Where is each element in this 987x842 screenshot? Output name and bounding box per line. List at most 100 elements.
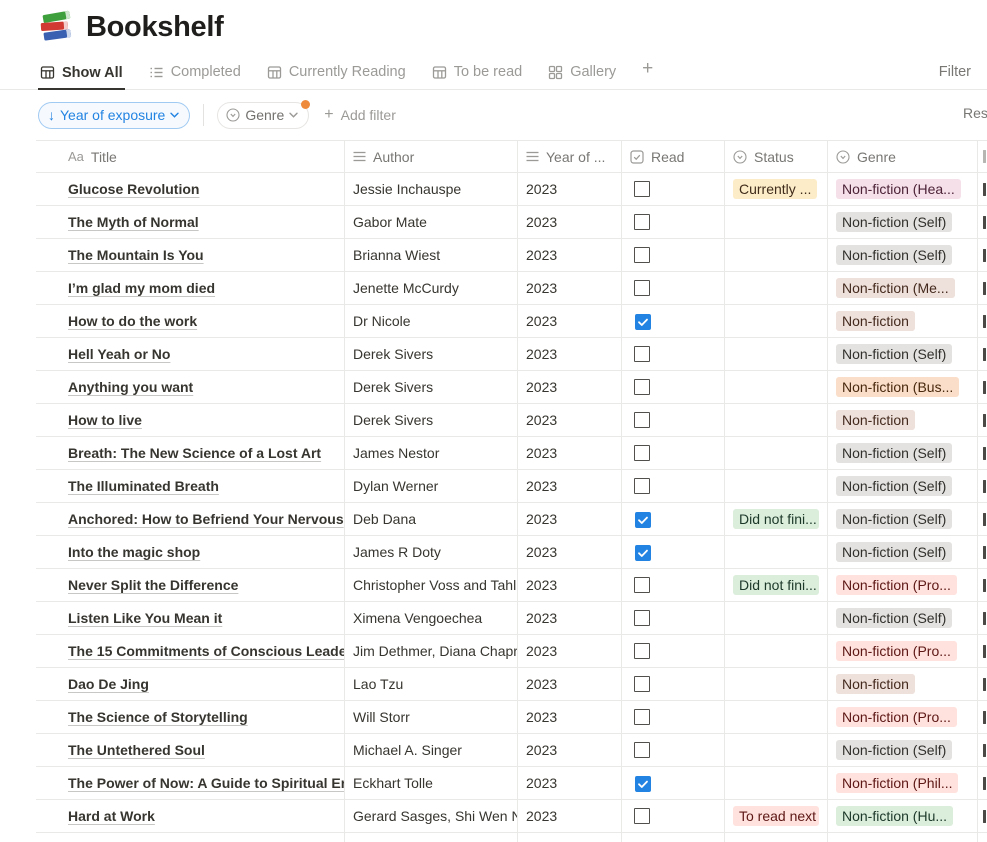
title-cell[interactable]: The Mountain Is You [36,239,345,271]
tab-show-all[interactable]: Show All [38,65,125,90]
read-cell[interactable] [622,767,725,799]
read-checkbox[interactable] [634,214,650,230]
book-title-link[interactable]: The 15 Commitments of Conscious Leade [68,643,344,659]
year-cell[interactable]: 2023 [518,701,622,733]
year-cell[interactable]: 2023 [518,503,622,535]
author-cell[interactable]: Derek Sivers [345,371,518,403]
book-title-link[interactable]: The Untethered Soul [68,742,205,758]
read-checkbox[interactable] [634,478,650,494]
genre-cell[interactable]: Non-fiction [828,305,978,337]
read-cell[interactable] [622,635,725,667]
column-header-title[interactable]: Aa Title [36,141,345,172]
title-cell[interactable]: Dao De Jing [36,668,345,700]
read-cell[interactable] [622,470,725,502]
author-cell[interactable]: Derek Sivers [345,404,518,436]
value-badge[interactable]: Non-fiction (Self) [836,740,953,760]
read-checkbox[interactable] [634,610,650,626]
book-title-link[interactable]: Never Split the Difference [68,577,238,593]
value-badge[interactable]: Non-fiction (Hea... [836,179,961,199]
title-cell[interactable]: Anchored: How to Befriend Your Nervous [36,503,345,535]
read-cell[interactable] [622,668,725,700]
genre-cell[interactable]: Non-fiction (Self) [828,734,978,766]
status-cell[interactable] [725,272,828,304]
sort-pill-year-of-exposure[interactable]: ↓ Year of exposure [38,101,191,129]
read-cell[interactable] [622,701,725,733]
book-title-link[interactable]: Breath: The New Science of a Lost Art [68,445,321,461]
book-title-link[interactable]: Anything you want [68,379,193,395]
read-checkbox[interactable] [634,346,650,362]
author-cell[interactable]: Derek Sivers [345,338,518,370]
read-checkbox[interactable] [634,676,650,692]
title-cell[interactable]: How to live [36,404,345,436]
value-badge[interactable]: Non-fiction (Bus... [836,377,960,397]
read-checkbox[interactable] [634,709,650,725]
read-cell[interactable] [622,206,725,238]
author-cell[interactable]: Jenette McCurdy [345,272,518,304]
author-cell[interactable]: Ximena Vengoechea [345,602,518,634]
read-checkbox[interactable] [634,775,651,792]
value-badge[interactable]: Non-fiction (Self) [836,443,953,463]
genre-cell[interactable]: Non-fiction [828,668,978,700]
value-badge[interactable]: Non-fiction [836,674,915,694]
genre-cell[interactable]: Non-fiction (Self) [828,239,978,271]
year-cell[interactable]: 2023 [518,569,622,601]
read-checkbox[interactable] [634,280,650,296]
book-title-link[interactable]: The Mountain Is You [68,247,204,263]
genre-cell[interactable]: Non-fiction (Self) [828,437,978,469]
year-cell[interactable]: 2023 [518,305,622,337]
title-cell[interactable]: Listen Like You Mean it [36,602,345,634]
book-title-link[interactable]: Anchored: How to Befriend Your Nervous [68,511,344,527]
status-cell[interactable] [725,305,828,337]
year-cell[interactable]: 2023 [518,734,622,766]
title-cell[interactable]: The 15 Commitments of Conscious Leade [36,635,345,667]
column-header-author[interactable]: Author [345,141,518,172]
genre-cell[interactable]: Non-fiction (Me... [828,272,978,304]
title-cell[interactable]: Glucose Revolution [36,173,345,205]
read-cell[interactable] [622,536,725,568]
status-cell[interactable] [725,602,828,634]
value-badge[interactable]: Non-fiction (Phil... [836,773,959,793]
value-badge[interactable]: Non-fiction (Pro... [836,707,957,727]
year-cell[interactable]: 2023 [518,767,622,799]
read-cell[interactable] [622,602,725,634]
year-cell[interactable]: 2023 [518,602,622,634]
status-cell[interactable] [725,371,828,403]
genre-cell[interactable]: Non-fiction (Hea... [828,173,978,205]
book-title-link[interactable]: The Myth of Normal [68,214,199,230]
read-checkbox[interactable] [634,544,651,561]
filter-button[interactable]: Filter [939,64,971,89]
status-cell[interactable] [725,635,828,667]
title-cell[interactable]: The Untethered Soul [36,734,345,766]
read-cell[interactable] [622,503,725,535]
year-cell[interactable]: 2023 [518,800,622,832]
tab-currently-reading[interactable]: Currently Reading [265,64,408,89]
tab-to-be-read[interactable]: To be read [430,64,525,89]
read-checkbox[interactable] [634,577,650,593]
year-cell[interactable]: 2023 [518,470,622,502]
author-cell[interactable]: Dylan Werner [345,470,518,502]
status-cell[interactable]: To read next [725,800,828,832]
status-cell[interactable] [725,437,828,469]
year-cell[interactable]: 2023 [518,338,622,370]
status-cell[interactable]: Did not fini... [725,569,828,601]
add-filter-button[interactable]: + Add filter [324,106,396,124]
value-badge[interactable]: Non-fiction (Me... [836,278,955,298]
title-cell[interactable]: How to do the work [36,305,345,337]
read-cell[interactable] [622,173,725,205]
value-badge[interactable]: Non-fiction (Pro... [836,641,957,661]
author-cell[interactable]: James Nestor [345,437,518,469]
column-header-year[interactable]: Year of ... [518,141,622,172]
status-cell[interactable]: Did not fini... [725,503,828,535]
status-cell[interactable] [725,734,828,766]
status-cell[interactable] [725,206,828,238]
title-cell[interactable]: Never Split the Difference [36,569,345,601]
status-cell[interactable] [725,404,828,436]
author-cell[interactable]: Jim Dethmer, Diana Chapr [345,635,518,667]
add-view-button[interactable]: + [640,58,655,89]
book-title-link[interactable]: Hell Yeah or No [68,346,170,362]
status-cell[interactable] [725,767,828,799]
value-badge[interactable]: Non-fiction [836,410,915,430]
title-cell[interactable]: Into the magic shop [36,536,345,568]
book-title-link[interactable]: The Illuminated Breath [68,478,219,494]
book-title-link[interactable]: Dao De Jing [68,676,149,692]
